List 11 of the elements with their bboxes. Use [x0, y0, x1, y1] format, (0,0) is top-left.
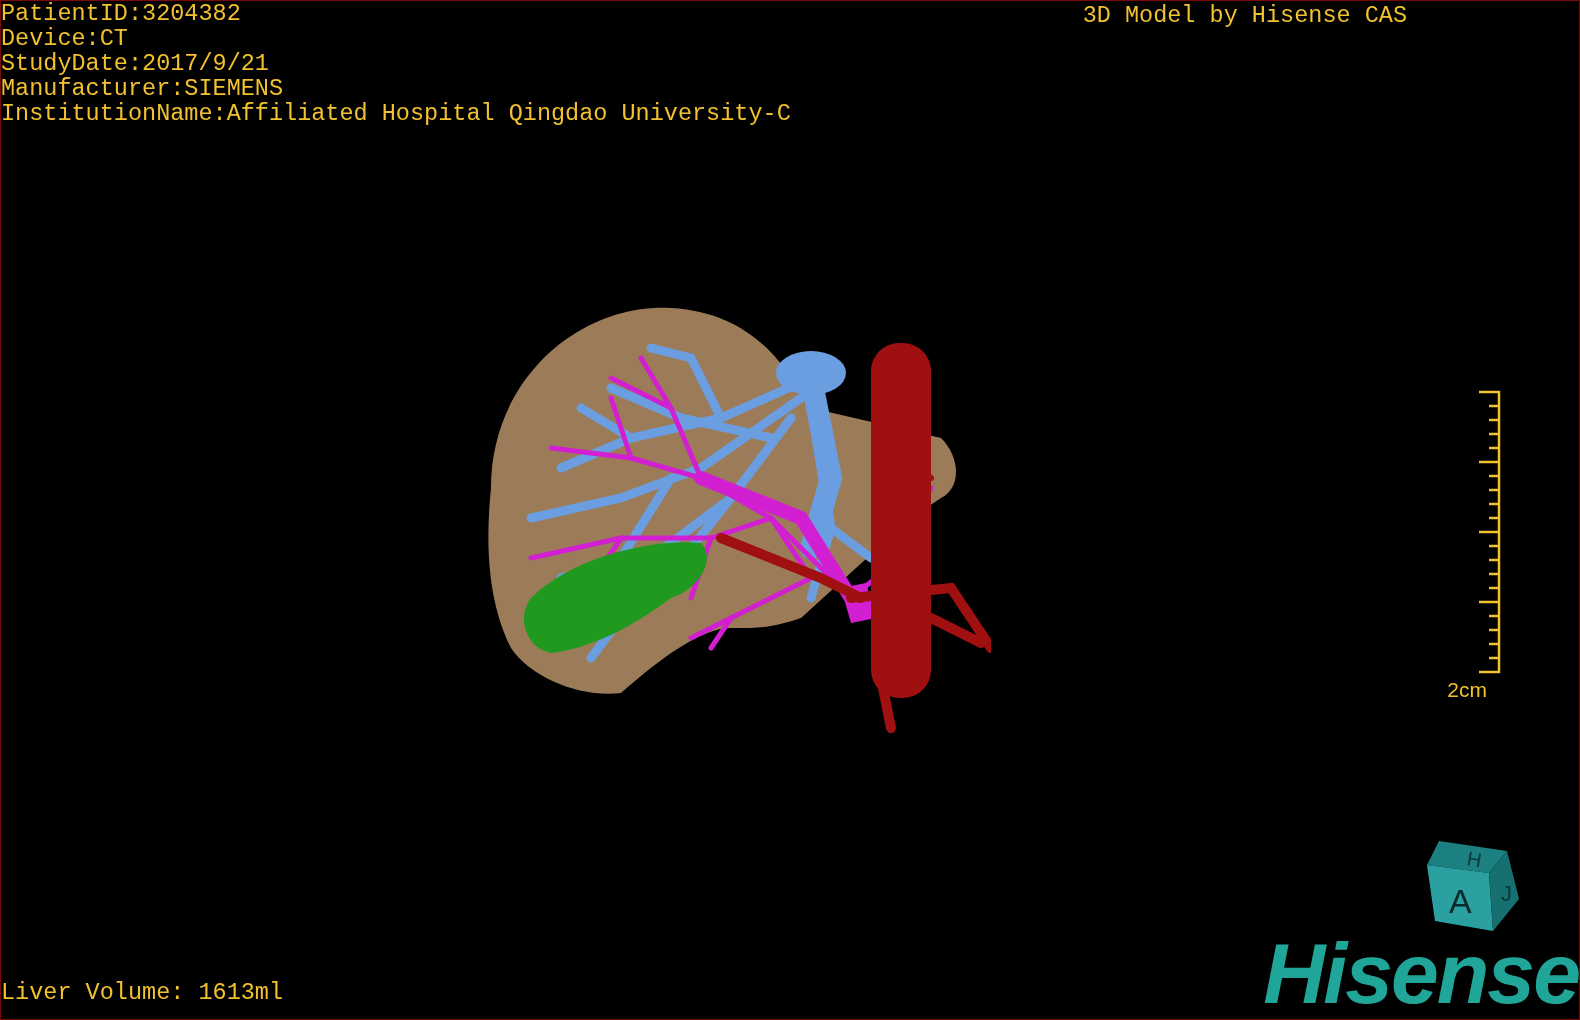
brand-logo: Hisense: [1263, 933, 1579, 1013]
liver-volume-text: Liver Volume: 1613ml: [1, 980, 284, 1005]
patient-info-text: InstitutionName:Affiliated Hospital Qingdao University-C: [1, 101, 791, 126]
cube-face-label: H: [1465, 847, 1484, 872]
scale-label: 2cm: [1447, 678, 1487, 702]
patient-info-text: StudyDate:2017/9/21: [1, 51, 270, 76]
patient-info-text: Device:CT: [1, 26, 129, 51]
cube-face-label: A: [1449, 882, 1472, 920]
patient-info-text: Manufacturer:SIEMENS: [1, 76, 285, 101]
viewer-title: 3D Model by Hisense CAS: [1082, 3, 1407, 28]
patient-info-text: PatientID:3204382: [1, 1, 242, 26]
